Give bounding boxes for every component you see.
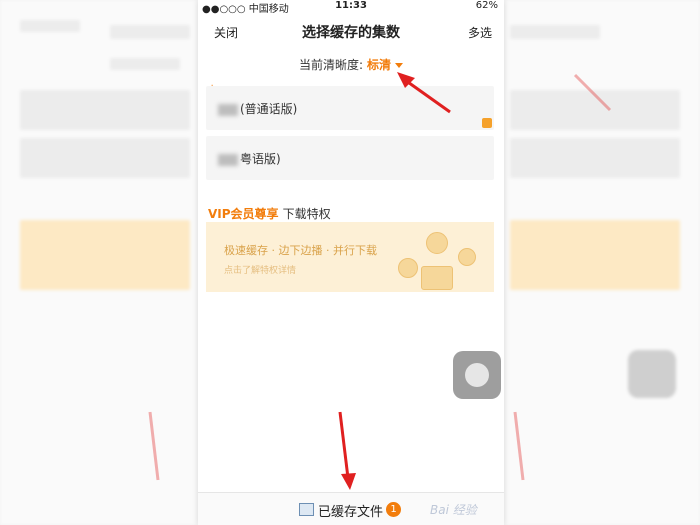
- coin-icon: [458, 248, 476, 266]
- ghost-block: [20, 90, 190, 130]
- coin-icon: [398, 258, 418, 278]
- play-coin-icon: [426, 232, 448, 254]
- assistive-touch-button[interactable]: [453, 351, 501, 399]
- episode-item[interactable]: 粤语版): [206, 136, 494, 180]
- nav-bar: 关闭 选择缓存的集数 多选: [198, 18, 504, 48]
- multi-select-button[interactable]: 多选: [468, 24, 492, 41]
- ghost-block: [510, 220, 680, 290]
- episode-label: (普通话版): [218, 100, 297, 117]
- vip-title-highlight: VIP会员尊享: [208, 207, 279, 221]
- ghost-block: [510, 25, 600, 39]
- blurred-title: [218, 103, 238, 116]
- vip-card-main: 极速缓存 · 边下边播 · 并行下载: [224, 244, 377, 257]
- ghost-block: [628, 350, 676, 398]
- watermark: Bai 经验: [430, 503, 477, 517]
- ghost-block: [510, 138, 680, 178]
- caret-down-icon[interactable]: [395, 63, 404, 68]
- bottom-bar[interactable]: 已缓存文件 1 Bai 经验: [198, 492, 504, 525]
- vip-card-sub: 点击了解特权详情: [224, 266, 297, 276]
- episode-label: 粤语版): [218, 150, 281, 167]
- folder-icon: [299, 503, 314, 516]
- download-badge-icon: [482, 118, 492, 128]
- quality-row: 当前清晰度: 标清: [198, 56, 504, 73]
- vip-privilege-card[interactable]: 极速缓存 · 边下边播 · 并行下载 点击了解特权详情: [206, 222, 494, 292]
- vip-section-title: VIP会员尊享 下载特权: [208, 205, 331, 222]
- battery-level: 62%: [475, 0, 498, 11]
- blurred-title: [218, 153, 238, 166]
- ghost-block: [110, 25, 190, 39]
- status-time: 11:33: [335, 0, 367, 11]
- ghost-block: [510, 90, 680, 130]
- vip-title-rest: 下载特权: [282, 207, 331, 221]
- ghost-block: [20, 138, 190, 178]
- cached-files-label: 已缓存文件: [318, 505, 384, 520]
- cached-count-badge: 1: [386, 502, 401, 517]
- phone-screen: ●●○○○ 中国移动 11:33 62% 关闭 选择缓存的集数 多选 当前清晰度…: [198, 0, 504, 525]
- status-bar: ●●○○○ 中国移动 11:33 62%: [198, 0, 504, 15]
- quality-label: 当前清晰度:: [298, 58, 364, 72]
- gift-box-icon: [421, 266, 453, 290]
- ghost-block: [20, 220, 190, 290]
- episode-item[interactable]: (普通话版): [206, 86, 494, 130]
- quality-selector[interactable]: 标清: [367, 58, 391, 72]
- ghost-block: [110, 58, 180, 70]
- page-title: 选择缓存的集数: [302, 25, 400, 41]
- ghost-block: [20, 20, 80, 32]
